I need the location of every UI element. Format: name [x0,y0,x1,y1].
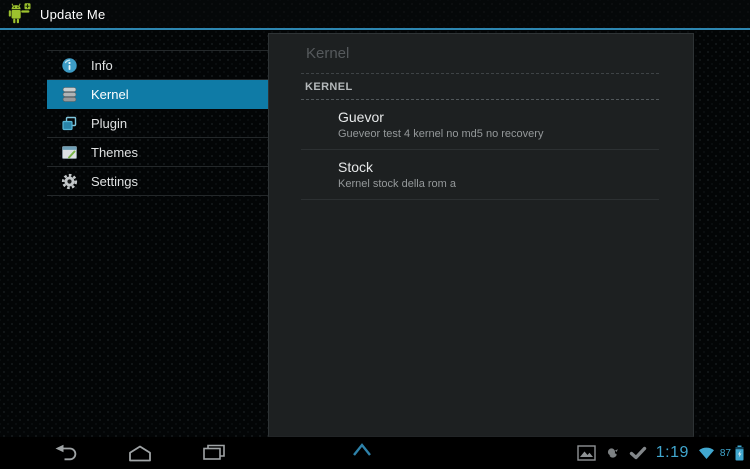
clock: 1:19 [655,444,689,461]
preference-headers-list: Info Kernel Plugin Themes Settings [47,50,272,196]
android-tablet-screen: Update Me Info Kernel Plugin Themes Sett… [0,0,750,469]
sidebar-item-info[interactable]: Info [47,51,272,80]
sidebar-item-label: Info [91,57,113,73]
section-header: KERNEL [305,81,353,93]
sidebar-item-settings[interactable]: Settings [47,167,272,196]
sidebar-item-plugin[interactable]: Plugin [47,109,272,138]
pref-title: Stock [338,159,374,175]
recent-apps-icon [203,444,225,460]
list-item-stock[interactable]: Stock Kernel stock della rom a [269,150,693,199]
home-button[interactable] [124,442,156,464]
pref-subtitle: Kernel stock della rom a [338,178,456,190]
sidebar-item-label: Settings [91,173,138,189]
status-bar-cluster[interactable]: 1:19 87 [577,437,744,469]
nav-buttons [50,437,230,469]
divider [301,73,659,74]
wifi-icon [698,447,714,459]
system-navigation-bar: 1:19 87 [0,437,750,469]
app-android-robot-icon[interactable] [5,1,32,27]
battery-icon [735,445,744,461]
sidebar-item-label: Plugin [91,115,128,131]
recent-apps-button[interactable] [198,442,230,464]
sidebar-item-label: Themes [91,144,138,160]
list-item-guevor[interactable]: Guevor Gueveor test 4 kernel no md5 no r… [269,100,693,149]
info-icon [60,56,78,74]
themes-icon [60,143,78,161]
breadcrumb: Kernel [306,45,350,62]
notification-bird-icon [607,447,618,458]
gear-icon [60,172,78,190]
sidebar-item-kernel[interactable]: Kernel [47,80,272,109]
sidebar-item-label: Kernel [91,86,129,102]
preference-content-panel: Kernel KERNEL Guevor Gueveor test 4 kern… [268,33,694,437]
back-button[interactable] [50,442,82,464]
action-bar: Update Me [0,0,750,30]
plugin-icon [60,114,78,132]
pref-title: Guevor [338,109,384,125]
check-icon [629,446,646,460]
pref-subtitle: Gueveor test 4 kernel no md5 no recovery [338,128,544,140]
home-icon [129,445,151,461]
sidebar-item-themes[interactable]: Themes [47,138,272,167]
android-robot-update-icon [8,3,31,24]
divider [301,199,659,200]
back-icon [55,444,77,460]
app-title: Update Me [40,6,106,22]
menu-caret-up-icon[interactable] [350,442,374,458]
battery-percent: 87 [719,447,731,459]
database-icon [60,85,78,103]
screenshot-notification-icon [577,445,596,461]
